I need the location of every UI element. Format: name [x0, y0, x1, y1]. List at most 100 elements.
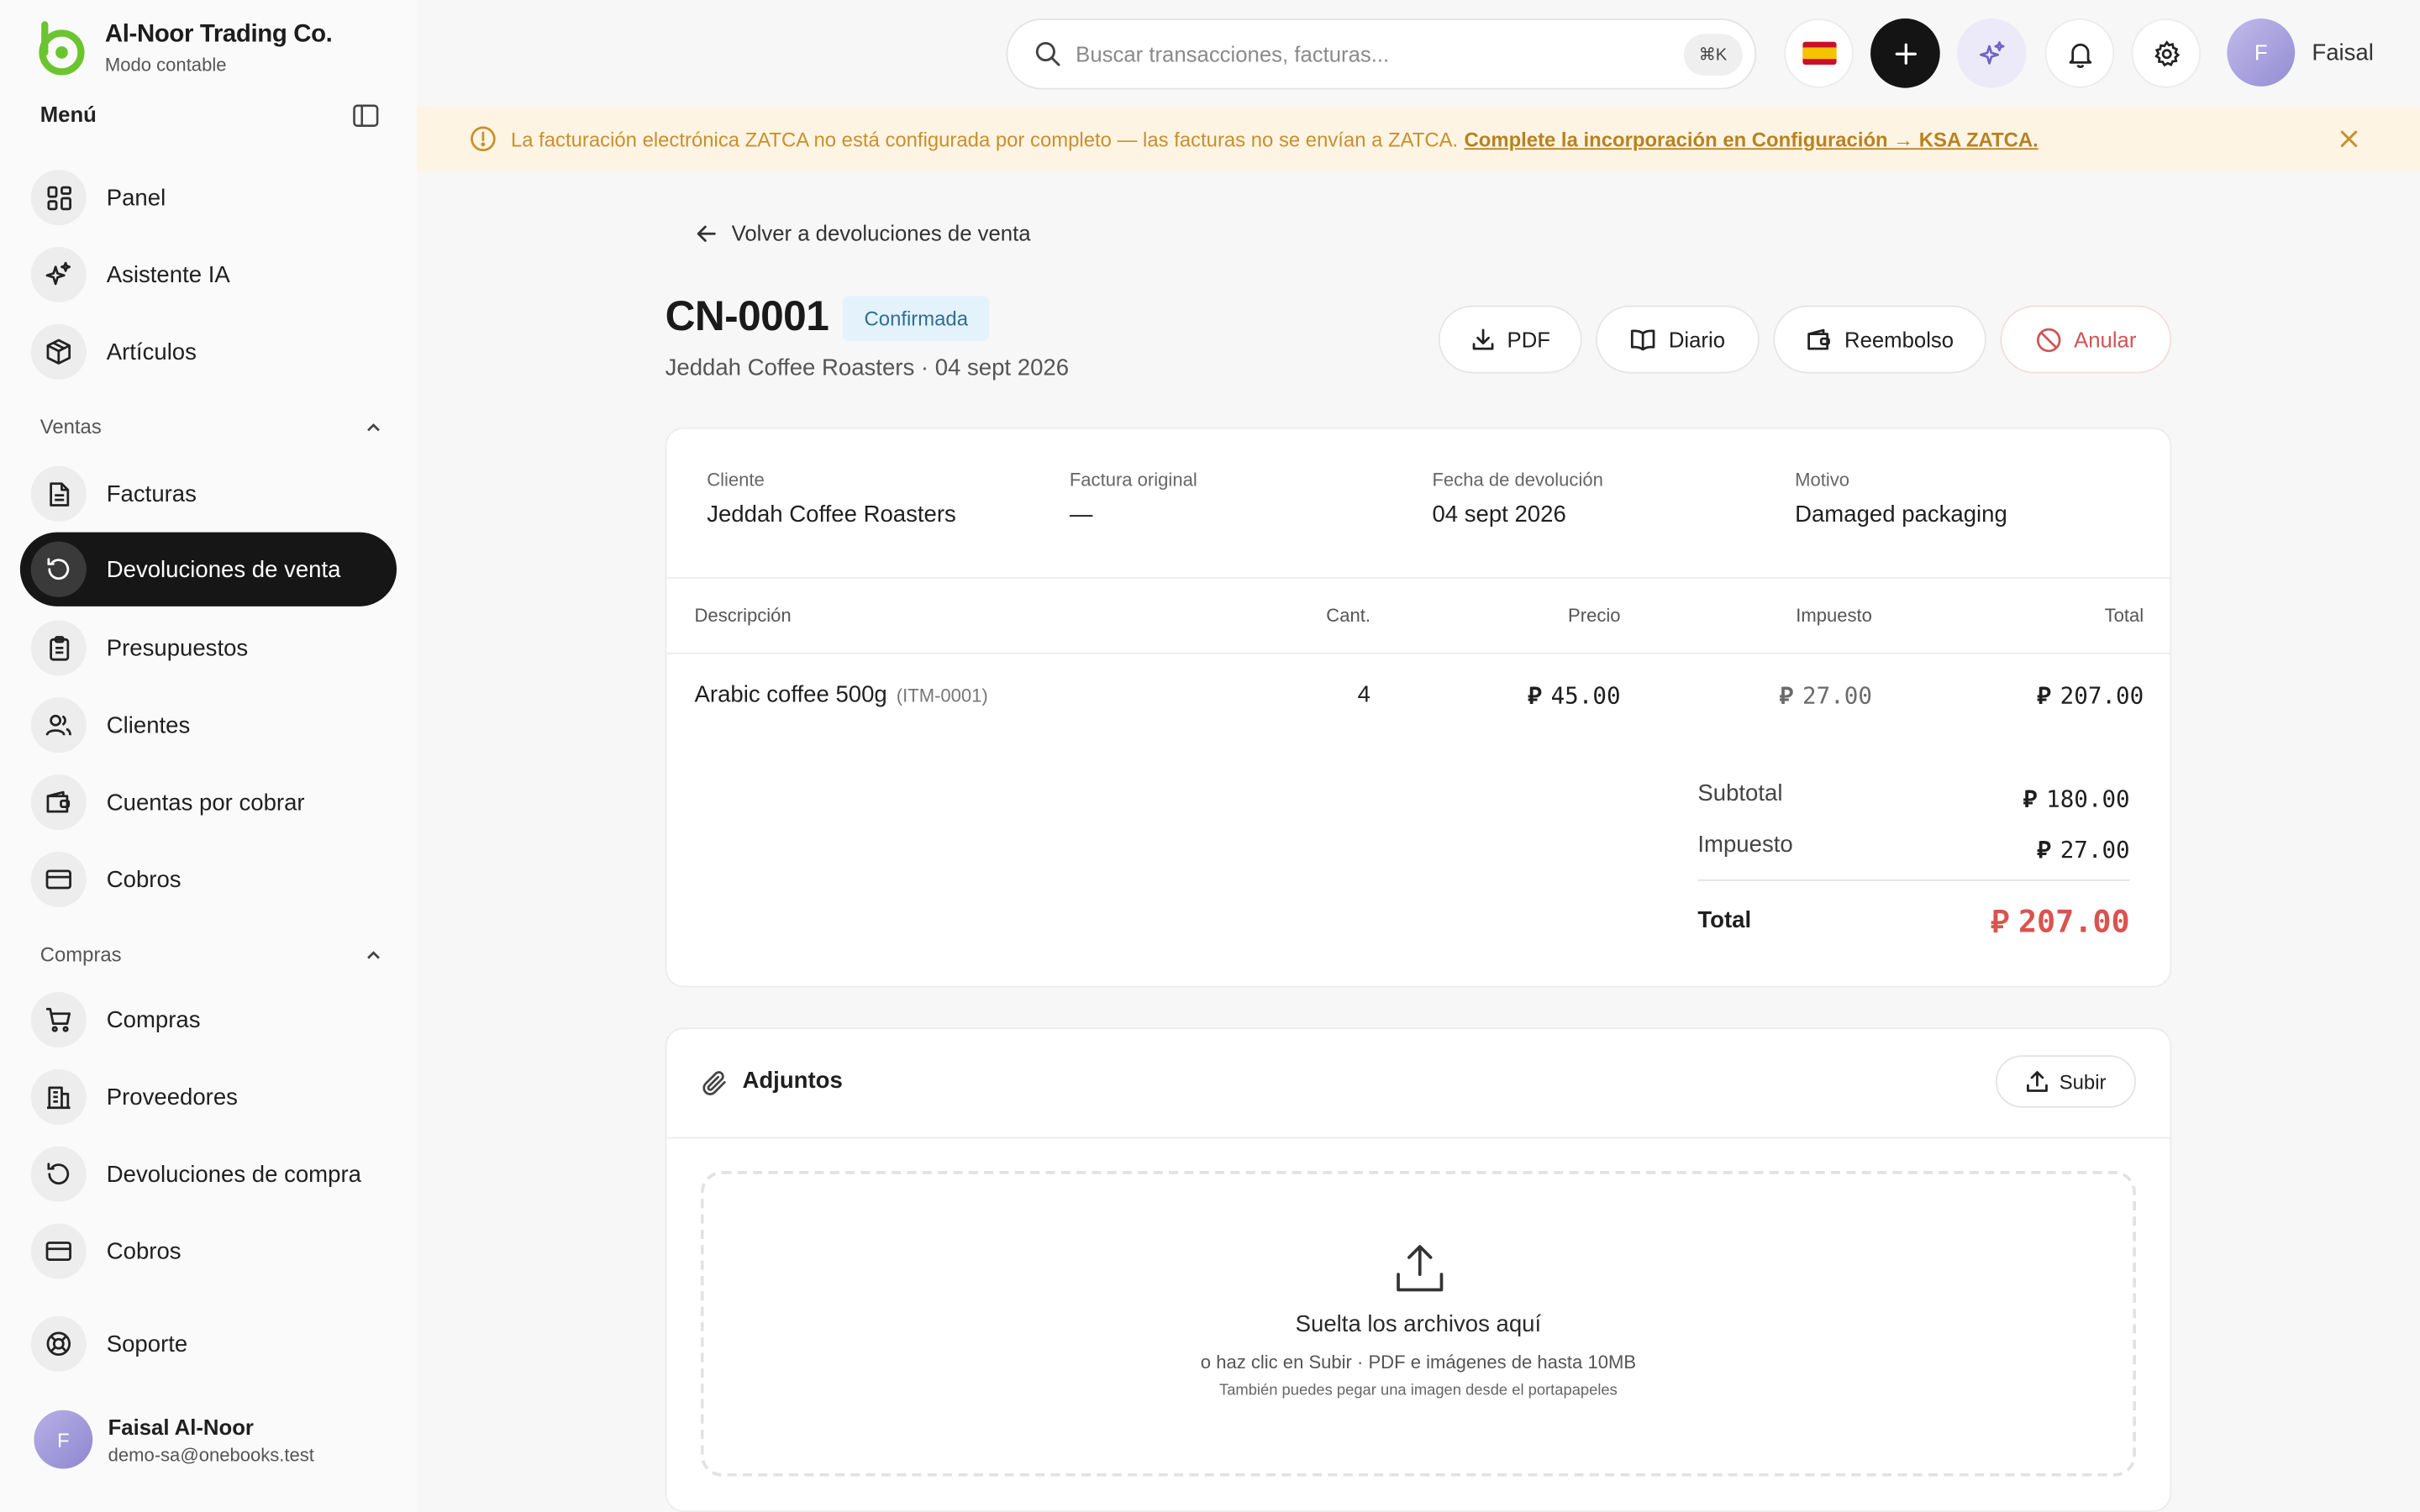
dropzone-title: Suelta los archivos aquí [1295, 1311, 1542, 1338]
file-dropzone[interactable]: Suelta los archivos aquí o haz clic en S… [700, 1171, 2136, 1477]
gear-icon [2154, 39, 2180, 66]
journal-button[interactable]: Diario [1596, 305, 1760, 374]
download-icon [1471, 328, 1493, 350]
divider [666, 1137, 2170, 1139]
book-open-icon [1631, 329, 1655, 351]
sidebar-item-label: Cobros [106, 866, 182, 893]
sidebar-item-label: Proveedores [106, 1084, 238, 1110]
section-title: Compras [39, 942, 122, 966]
notifications-button[interactable] [2044, 18, 2115, 88]
brand[interactable]: Al-Noor Trading Co. Modo contable [31, 18, 333, 77]
card-icon [30, 851, 87, 907]
user-email: demo-sa@onebooks.test [108, 1443, 314, 1465]
attachments-title: Adjuntos [742, 1067, 843, 1095]
riyal-symbol-icon: ⃁ [2037, 836, 2051, 864]
sidebar-item-articles[interactable]: Artículos [20, 315, 397, 389]
attachments-card: Adjuntos Subir Suelta los archivos aquí … [665, 1027, 2172, 1512]
sidebar-item-suppliers[interactable]: Proveedores [20, 1060, 397, 1134]
meta-label: Cliente [707, 469, 765, 491]
meta-reason: Motivo Damaged packaging [1795, 469, 2007, 528]
page-subtitle: Jeddah Coffee Roasters · 04 sept 2026 [665, 354, 1070, 381]
riyal-symbol-icon: ⃁ [1528, 681, 1542, 710]
upload-button[interactable]: Subir [1995, 1055, 2136, 1108]
grid-icon [30, 170, 87, 226]
sidebar-item-label: Compras [106, 1006, 201, 1033]
pdf-button-label: PDF [1507, 327, 1550, 352]
user-name: Faisal Al-Noor [108, 1414, 254, 1439]
create-new-button[interactable] [1870, 18, 1940, 88]
chevron-up-icon [367, 950, 380, 958]
sidebar-item-invoices[interactable]: Facturas [20, 457, 397, 531]
sidebar: Al-Noor Trading Co. Modo contable Menú P… [0, 0, 417, 1512]
sidebar-item-label: Cuentas por cobrar [106, 789, 305, 816]
sidebar-item-support[interactable]: Soporte [20, 1307, 397, 1381]
sidebar-item-label: Asistente IA [106, 261, 230, 288]
sidebar-item-receivables[interactable]: Cuentas por cobrar [20, 765, 397, 839]
sidebar-item-panel[interactable]: Panel [20, 160, 397, 234]
sidebar-item-purchases[interactable]: Compras [20, 983, 397, 1057]
divider [1697, 879, 2130, 881]
section-purchases-toggle[interactable]: Compras [40, 942, 383, 966]
profile-name: Faisal [2312, 39, 2374, 66]
column-header-description: Descripción [694, 604, 792, 627]
language-button[interactable] [1784, 18, 1854, 88]
column-header-tax: Impuesto [1796, 604, 1872, 627]
sidebar-item-label: Devoluciones de compra [106, 1161, 361, 1188]
sidebar-item-sales-returns[interactable]: Devoluciones de venta [19, 532, 397, 606]
global-search[interactable]: ⌘K [1006, 18, 1757, 90]
return-icon [30, 541, 87, 597]
wallet-icon [1807, 328, 1831, 350]
users-icon [30, 697, 87, 753]
sparkles-icon [30, 246, 87, 302]
column-header-total: Total [2104, 604, 2144, 627]
sidebar-item-customers[interactable]: Clientes [20, 688, 397, 762]
refund-button-label: Reembolso [1844, 327, 1954, 352]
dropzone-subtitle: o haz clic en Subir · PDF e imágenes de … [1200, 1351, 1637, 1373]
section-sales-toggle[interactable]: Ventas [40, 415, 383, 438]
meta-label: Motivo [1795, 469, 1849, 491]
sidebar-toggle-icon[interactable] [352, 102, 380, 129]
subtotal-amount: 180.00 [2046, 785, 2130, 813]
void-button[interactable]: Anular [2000, 305, 2172, 374]
subtotal-value: ⃁ 180.00 [2023, 785, 2130, 815]
file-icon [30, 465, 87, 522]
user-card[interactable]: F Faisal Al-Noor demo-sa@onebooks.test [34, 1410, 314, 1469]
zatca-warning-banner: La facturación electrónica ZATCA no está… [416, 106, 2420, 171]
sidebar-item-purchase-returns[interactable]: Devoluciones de compra [20, 1137, 397, 1211]
section-title: Ventas [39, 415, 102, 438]
close-icon[interactable] [2337, 127, 2361, 151]
sidebar-item-ai-assistant[interactable]: Asistente IA [20, 238, 397, 312]
riyal-symbol-icon: ⃁ [2037, 681, 2051, 710]
paperclip-icon [702, 1071, 726, 1095]
search-shortcut-badge: ⌘K [1683, 34, 1743, 76]
item-sku: (ITM-0001) [896, 685, 988, 707]
search-input[interactable] [1076, 41, 1647, 66]
sidebar-item-label: Facturas [106, 480, 197, 507]
item-price: ⃁ 45.00 [1528, 682, 1620, 711]
refund-button[interactable]: Reembolso [1773, 305, 1986, 374]
sidebar-item-label: Cobros [106, 1237, 182, 1265]
column-header-price: Precio [1568, 604, 1621, 627]
grand-total-value: ⃁ 207.00 [1991, 901, 2130, 942]
item-total: ⃁ 207.00 [2037, 682, 2144, 711]
back-to-sales-returns-link[interactable]: Volver a devoluciones de venta [695, 221, 1031, 245]
column-header-qty: Cant. [1326, 604, 1370, 627]
settings-button[interactable] [2131, 18, 2202, 88]
grand-total-label: Total [1697, 906, 1752, 934]
riyal-symbol-icon: ⃁ [1779, 681, 1793, 710]
avatar: F [34, 1410, 93, 1469]
ai-assistant-button[interactable] [1956, 18, 2027, 88]
meta-label: Fecha de devolución [1432, 469, 1603, 491]
plus-icon [1894, 42, 1917, 65]
sidebar-item-collections[interactable]: Cobros [20, 843, 397, 916]
sidebar-item-label: Artículos [106, 339, 197, 365]
profile-menu[interactable]: F Faisal [2227, 18, 2374, 87]
sidebar-item-quotes[interactable]: Presupuestos [20, 611, 397, 685]
banner-onboarding-link[interactable]: Complete la incorporación en Configuraci… [1465, 128, 2039, 151]
box-icon [30, 323, 87, 380]
sidebar-item-payments[interactable]: Cobros [20, 1214, 397, 1288]
grand-total-amount: 207.00 [2018, 902, 2130, 940]
pdf-button[interactable]: PDF [1438, 305, 1582, 374]
menu-title: Menú [39, 102, 97, 127]
sidebar-item-label: Presupuestos [106, 634, 249, 662]
